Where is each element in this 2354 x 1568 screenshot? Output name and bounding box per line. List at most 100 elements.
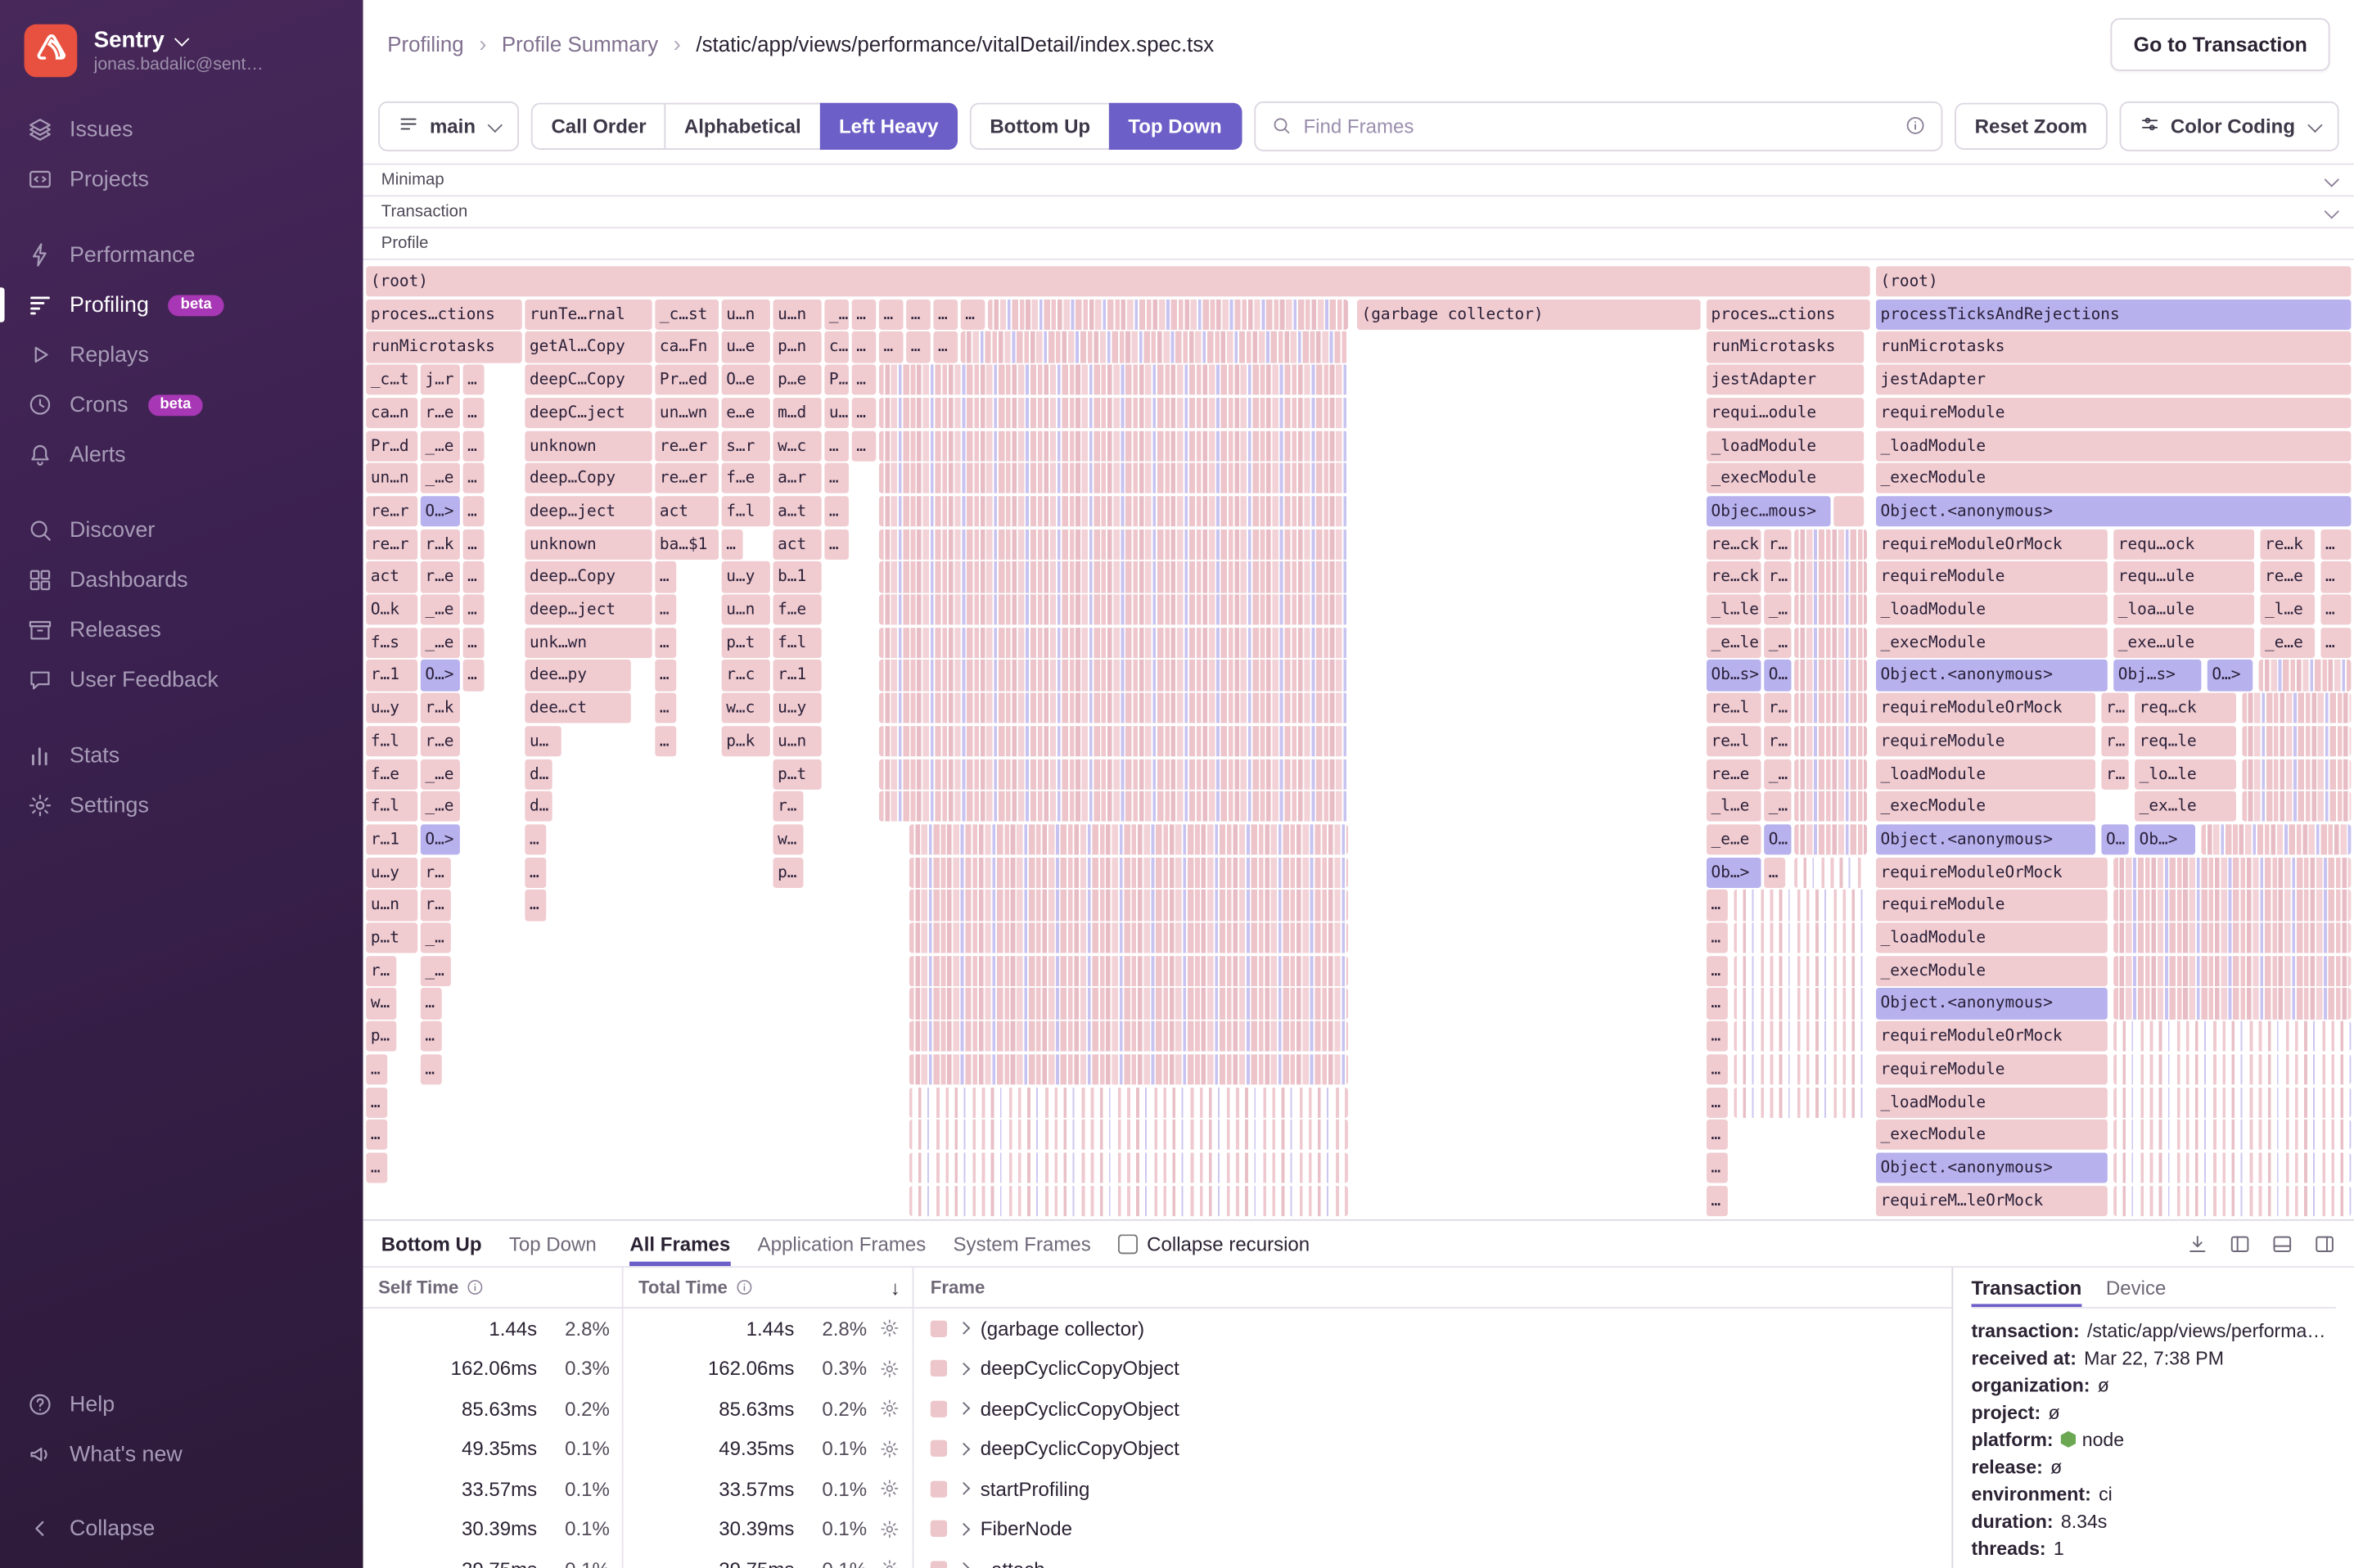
flame-frame[interactable]: w…c: [773, 430, 822, 462]
sidebar-item-user-feedback[interactable]: User Feedback: [0, 655, 363, 705]
flame-frame[interactable]: …: [851, 364, 877, 396]
flame-frame[interactable]: requ…ule: [2113, 561, 2255, 593]
panel-bottom-icon[interactable]: [2271, 1232, 2293, 1255]
sort-call-order-button[interactable]: Call Order: [531, 101, 666, 150]
flame-frame[interactable]: c…: [824, 331, 849, 363]
flame-frame-cluster[interactable]: [878, 529, 1348, 560]
flame-frame[interactable]: _…: [1764, 627, 1792, 659]
flame-frame-cluster[interactable]: [878, 791, 1348, 822]
flame-frame[interactable]: processTicksAndRejections: [1876, 299, 2352, 330]
sidebar-item-alerts[interactable]: Alerts: [0, 430, 363, 480]
flame-frame[interactable]: _c…t: [366, 364, 418, 396]
flame-frame[interactable]: re…l: [1706, 725, 1761, 757]
flame-frame[interactable]: r…e: [420, 725, 460, 757]
flame-frame[interactable]: …: [655, 660, 677, 692]
flame-frame[interactable]: …: [960, 299, 985, 330]
flame-frame[interactable]: _execModule: [1706, 462, 1865, 494]
frame-cell[interactable]: deepCyclicCopyObject: [913, 1357, 1951, 1380]
flame-frame[interactable]: …: [1706, 1120, 1728, 1151]
flame-frame-cluster[interactable]: [1794, 692, 1867, 724]
flame-frame[interactable]: runMicrotasks: [1876, 331, 2352, 363]
flame-frame[interactable]: runMicrotasks: [1706, 331, 1865, 363]
flame-frame-cluster[interactable]: [878, 462, 1348, 494]
flame-frame[interactable]: Pr…ed: [655, 364, 719, 396]
flame-frame[interactable]: _lo…le: [2135, 758, 2236, 790]
frame-settings-gear-icon[interactable]: [879, 1398, 900, 1419]
flame-frame[interactable]: act: [773, 529, 822, 560]
flame-frame[interactable]: …: [851, 397, 877, 429]
flame-frame[interactable]: _…e: [420, 758, 460, 790]
flame-frame[interactable]: s…r: [721, 430, 770, 462]
search-input[interactable]: [1303, 114, 1893, 137]
details-tab-transaction[interactable]: Transaction: [1971, 1268, 2081, 1307]
expand-chevron-icon[interactable]: [957, 1522, 971, 1536]
flame-frame[interactable]: …: [1706, 922, 1728, 954]
flame-frame[interactable]: f…e: [721, 462, 770, 494]
flame-frame[interactable]: _e…e: [1706, 824, 1761, 855]
sidebar-item-profiling[interactable]: Profiling beta: [0, 280, 363, 330]
frame-settings-gear-icon[interactable]: [879, 1358, 900, 1379]
flame-frame[interactable]: dee…py: [525, 660, 631, 692]
flame-frame[interactable]: …: [525, 890, 547, 921]
tab-system-frames[interactable]: System Frames: [954, 1221, 1091, 1266]
flame-frame[interactable]: _…e: [420, 627, 460, 659]
flame-frame-cluster[interactable]: [878, 627, 1348, 659]
flame-frame[interactable]: b…1: [773, 561, 822, 593]
minimap-layer-header[interactable]: Minimap: [363, 164, 2354, 197]
flame-frame[interactable]: proces…ctions: [1706, 299, 1870, 330]
flame-frame[interactable]: p…: [366, 1021, 397, 1052]
flame-frame[interactable]: re…k: [2260, 529, 2316, 560]
flame-frame[interactable]: u…: [525, 725, 561, 757]
flame-frame[interactable]: …: [655, 561, 677, 593]
flame-frame[interactable]: p…t: [721, 627, 770, 659]
flame-frame[interactable]: _execModule: [1876, 462, 2352, 494]
flame-frame[interactable]: _execModule: [1876, 791, 2096, 822]
flame-frame-cluster[interactable]: [1734, 955, 1867, 987]
flame-frame[interactable]: …: [933, 331, 958, 363]
flame-frame[interactable]: r…: [2101, 725, 2129, 757]
flame-frame-cluster[interactable]: [2113, 988, 2352, 1020]
flame-frame[interactable]: …: [906, 299, 931, 330]
flame-frame[interactable]: u…y: [366, 692, 418, 724]
expand-chevron-icon[interactable]: [957, 1362, 971, 1376]
flame-frame[interactable]: …: [851, 299, 877, 330]
flame-frame-cluster[interactable]: [1794, 660, 1867, 692]
flame-frame[interactable]: re…r: [366, 529, 418, 560]
flame-frame-cluster[interactable]: [1794, 857, 1867, 888]
flame-frame-cluster[interactable]: [909, 1152, 1348, 1183]
sidebar-item-replays[interactable]: Replays: [0, 330, 363, 380]
frame-settings-gear-icon[interactable]: [879, 1518, 900, 1539]
flame-frame[interactable]: …: [1706, 1185, 1728, 1216]
direction-top-down-button[interactable]: Top Down: [1108, 101, 1242, 150]
flame-frame[interactable]: O…>: [420, 824, 460, 855]
flame-frame-cluster[interactable]: [878, 758, 1348, 790]
flame-frame[interactable]: …: [462, 462, 485, 494]
flame-frame[interactable]: r…1: [773, 660, 822, 692]
flame-frame[interactable]: req…le: [2135, 725, 2236, 757]
flame-frame[interactable]: re…e: [1706, 758, 1761, 790]
flame-frame[interactable]: runMicrotasks: [366, 331, 522, 363]
flame-frame[interactable]: f…l: [773, 627, 822, 659]
flame-frame-cluster[interactable]: [1734, 1087, 1867, 1118]
flame-frame-cluster[interactable]: [2113, 1053, 2352, 1085]
flame-frame[interactable]: …: [462, 430, 485, 462]
flame-frame[interactable]: _l…e: [2260, 594, 2316, 625]
flame-frame[interactable]: p…: [773, 857, 804, 888]
flame-frame-cluster[interactable]: [909, 922, 1348, 954]
flame-frame[interactable]: _loadModule: [1706, 430, 1865, 462]
flame-frame[interactable]: requi…odule: [1706, 397, 1865, 429]
frame-header[interactable]: Frame: [913, 1277, 1951, 1298]
flame-frame[interactable]: un…n: [366, 462, 418, 494]
flame-frame-cluster[interactable]: [2113, 922, 2352, 954]
flame-frame[interactable]: r…: [1764, 725, 1792, 757]
flame-frame[interactable]: f…e: [366, 758, 418, 790]
flame-frame[interactable]: r…c: [721, 660, 770, 692]
flame-frame[interactable]: p…t: [773, 758, 822, 790]
info-icon[interactable]: [1905, 115, 1927, 136]
reset-zoom-button[interactable]: Reset Zoom: [1955, 101, 2108, 150]
flame-frame[interactable]: requireModule: [1876, 1053, 2108, 1085]
flame-frame[interactable]: r…e: [420, 397, 460, 429]
sidebar-item-stats[interactable]: Stats: [0, 731, 363, 781]
flame-frame-cluster[interactable]: [909, 1120, 1348, 1151]
flame-frame[interactable]: _loadModule: [1876, 922, 2108, 954]
